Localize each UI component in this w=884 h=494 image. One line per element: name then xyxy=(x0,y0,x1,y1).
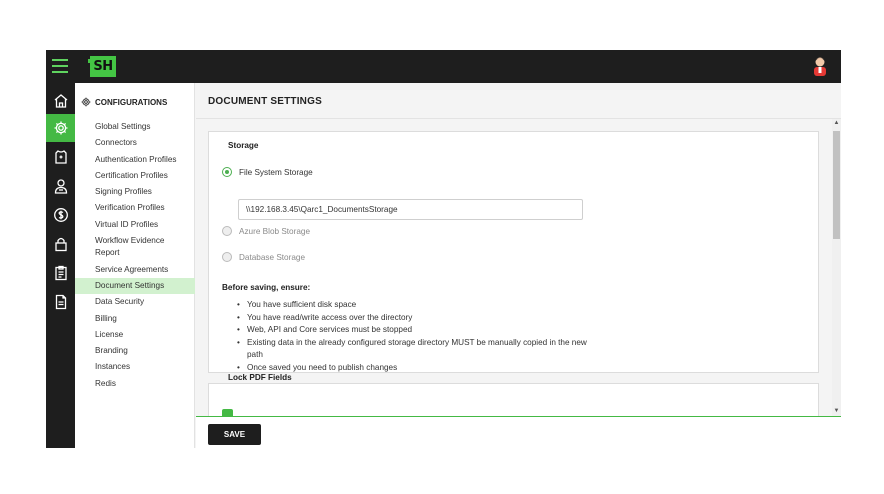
scroll-down-icon[interactable]: ▼ xyxy=(832,407,841,416)
sidenav-heading: CONFIGURATIONS xyxy=(81,97,167,107)
sidenav-item-license[interactable]: License xyxy=(75,327,195,343)
gear-icon xyxy=(54,121,67,135)
radio-button[interactable] xyxy=(222,226,232,236)
scroll-thumb[interactable] xyxy=(833,131,840,239)
save-button[interactable]: SAVE xyxy=(208,424,261,445)
scroll-up-icon[interactable]: ▲ xyxy=(832,119,841,128)
scrollbar[interactable]: ▲ ▼ xyxy=(832,119,841,416)
sidenav-item-data-security[interactable]: Data Security xyxy=(75,294,195,310)
configurations-sidenav: CONFIGURATIONS Global Settings Connector… xyxy=(75,83,195,448)
sidenav-item-verification-profiles[interactable]: Verification Profiles xyxy=(75,200,195,216)
user-avatar-icon[interactable] xyxy=(813,56,827,78)
sidenav-item-instances[interactable]: Instances xyxy=(75,359,195,375)
radio-button[interactable] xyxy=(222,167,232,177)
icon-rail xyxy=(46,83,75,448)
rail-users[interactable] xyxy=(46,172,75,200)
notes-list: You have sufficient disk space You have … xyxy=(237,299,597,375)
lock-pdf-title: Lock PDF Fields xyxy=(228,373,292,382)
clipboard-icon xyxy=(54,265,67,281)
settings-content: Storage File System Storage Azure Blob S… xyxy=(196,119,832,416)
rail-configurations[interactable] xyxy=(46,114,75,142)
radio-database-storage[interactable]: Database Storage xyxy=(222,252,305,262)
gear-icon xyxy=(81,97,91,107)
radio-label: Database Storage xyxy=(239,252,305,262)
rail-security[interactable] xyxy=(46,230,75,258)
sidenav-item-workflow-evidence-report[interactable]: Workflow Evidence Report xyxy=(75,233,195,262)
home-icon xyxy=(54,94,67,108)
hamburger-icon[interactable] xyxy=(52,59,68,73)
dollar-icon xyxy=(53,208,68,222)
footer-bar: SAVE xyxy=(196,416,841,448)
rail-billing[interactable] xyxy=(46,201,75,229)
lock-pdf-checkbox[interactable] xyxy=(222,409,233,416)
sidenav-item-signing-profiles[interactable]: Signing Profiles xyxy=(75,184,195,200)
lock-pdf-card: Lock PDF Fields xyxy=(208,373,819,416)
sidenav-item-document-settings[interactable]: Document Settings xyxy=(75,277,195,295)
document-icon xyxy=(55,294,66,310)
radio-label: Azure Blob Storage xyxy=(239,226,311,236)
top-bar: SH xyxy=(46,50,841,83)
user-badge-icon xyxy=(54,179,67,194)
rail-documents[interactable] xyxy=(46,288,75,316)
sidenav-item-service-agreements[interactable]: Service Agreements xyxy=(75,262,195,278)
storage-card: Storage File System Storage Azure Blob S… xyxy=(208,131,819,375)
radio-button[interactable] xyxy=(222,252,232,262)
sidenav-item-connectors[interactable]: Connectors xyxy=(75,135,195,151)
rail-templates[interactable] xyxy=(46,143,75,171)
notes-title: Before saving, ensure: xyxy=(222,283,311,292)
main-panel: DOCUMENT SETTINGS Storage File System St… xyxy=(196,83,841,448)
sidenav-list: Global Settings Connectors Authenticatio… xyxy=(75,119,195,392)
list-item: Web, API and Core services must be stopp… xyxy=(237,324,597,337)
list-item: You have sufficient disk space xyxy=(237,299,597,312)
rail-reports[interactable] xyxy=(46,259,75,287)
sidenav-heading-label: CONFIGURATIONS xyxy=(95,97,168,107)
sidenav-item-global-settings[interactable]: Global Settings xyxy=(75,119,195,135)
sidenav-item-certification-profiles[interactable]: Certification Profiles xyxy=(75,168,195,184)
radio-azure-blob-storage[interactable]: Azure Blob Storage xyxy=(222,226,310,236)
sidenav-item-redis[interactable]: Redis xyxy=(75,376,195,392)
radio-label: File System Storage xyxy=(239,167,313,177)
storage-title: Storage xyxy=(228,141,259,150)
logo: SH xyxy=(88,56,116,77)
list-item: You have read/write access over the dire… xyxy=(237,312,597,325)
radio-file-system-storage[interactable]: File System Storage xyxy=(222,167,313,177)
rail-home[interactable] xyxy=(46,87,75,115)
storage-path-input[interactable] xyxy=(238,199,583,220)
sidenav-item-billing[interactable]: Billing xyxy=(75,311,195,327)
sidenav-item-virtual-id-profiles[interactable]: Virtual ID Profiles xyxy=(75,217,195,233)
sidenav-item-authentication-profiles[interactable]: Authentication Profiles xyxy=(75,152,195,168)
page-title: DOCUMENT SETTINGS xyxy=(208,96,322,107)
sidenav-item-branding[interactable]: Branding xyxy=(75,343,195,359)
list-item: Existing data in the already configured … xyxy=(237,337,597,362)
lock-icon xyxy=(54,237,67,252)
app-window: SH CONFIGURATIONS Global Settings Connec… xyxy=(46,50,841,448)
shirt-document-icon xyxy=(54,150,67,164)
